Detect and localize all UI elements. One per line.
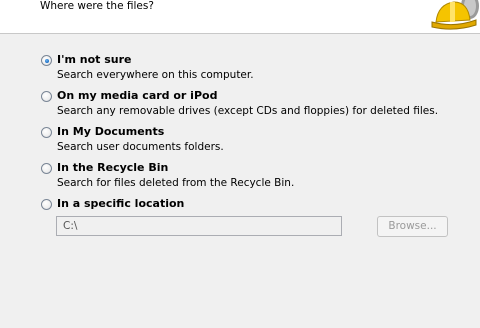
radio-my-documents[interactable] bbox=[41, 127, 52, 138]
radio-specific-location[interactable] bbox=[41, 199, 52, 210]
option-description: Search user documents folders. bbox=[57, 141, 224, 153]
hardhat-wizard-icon bbox=[431, 0, 479, 30]
option-title: On my media card or iPod bbox=[57, 89, 218, 102]
option-media-card[interactable]: On my media card or iPod Search any remo… bbox=[40, 89, 470, 121]
option-title: In a specific location bbox=[57, 197, 185, 210]
option-not-sure[interactable]: I'm not sure Search everywhere on this c… bbox=[40, 53, 470, 85]
option-description: Search any removable drives (except CDs … bbox=[57, 105, 439, 117]
option-my-documents[interactable]: In My Documents Search user documents fo… bbox=[40, 125, 470, 157]
option-title: In the Recycle Bin bbox=[57, 161, 169, 174]
option-title: In My Documents bbox=[57, 125, 165, 138]
option-recycle-bin[interactable]: In the Recycle Bin Search for files dele… bbox=[40, 161, 470, 193]
radio-recycle-bin[interactable] bbox=[41, 163, 52, 174]
option-title: I'm not sure bbox=[57, 53, 132, 66]
radio-not-sure[interactable] bbox=[41, 55, 52, 66]
location-path-field[interactable] bbox=[56, 216, 342, 236]
page-subtitle: Where were the files? bbox=[40, 0, 154, 12]
browse-button[interactable]: Browse... bbox=[377, 216, 448, 237]
radio-media-card[interactable] bbox=[41, 91, 52, 102]
wizard-header: Where were the files? bbox=[0, 0, 480, 34]
option-description: Search for files deleted from the Recycl… bbox=[57, 177, 295, 189]
option-description: Search everywhere on this computer. bbox=[57, 69, 254, 81]
